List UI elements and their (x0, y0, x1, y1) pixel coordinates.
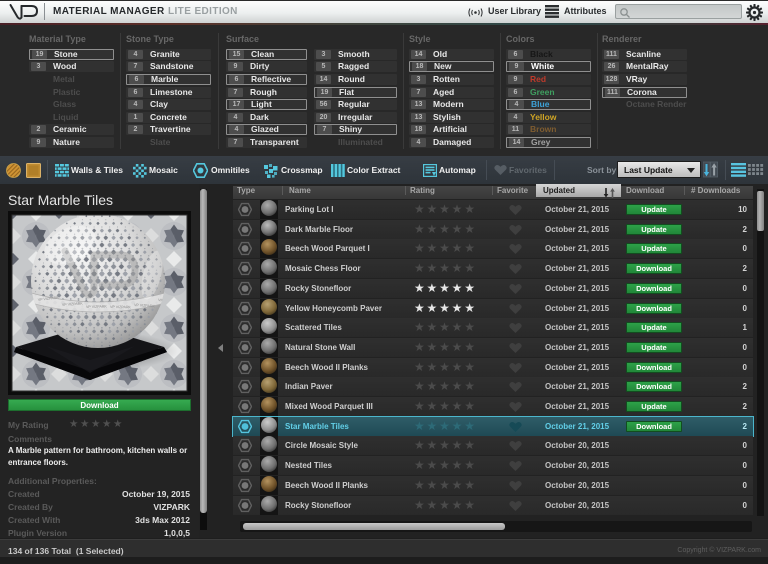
svg-text:VP VIZPARK: VP VIZPARK (86, 305, 108, 309)
svg-text:VP VIZPARK: VP VIZPARK (110, 305, 132, 309)
